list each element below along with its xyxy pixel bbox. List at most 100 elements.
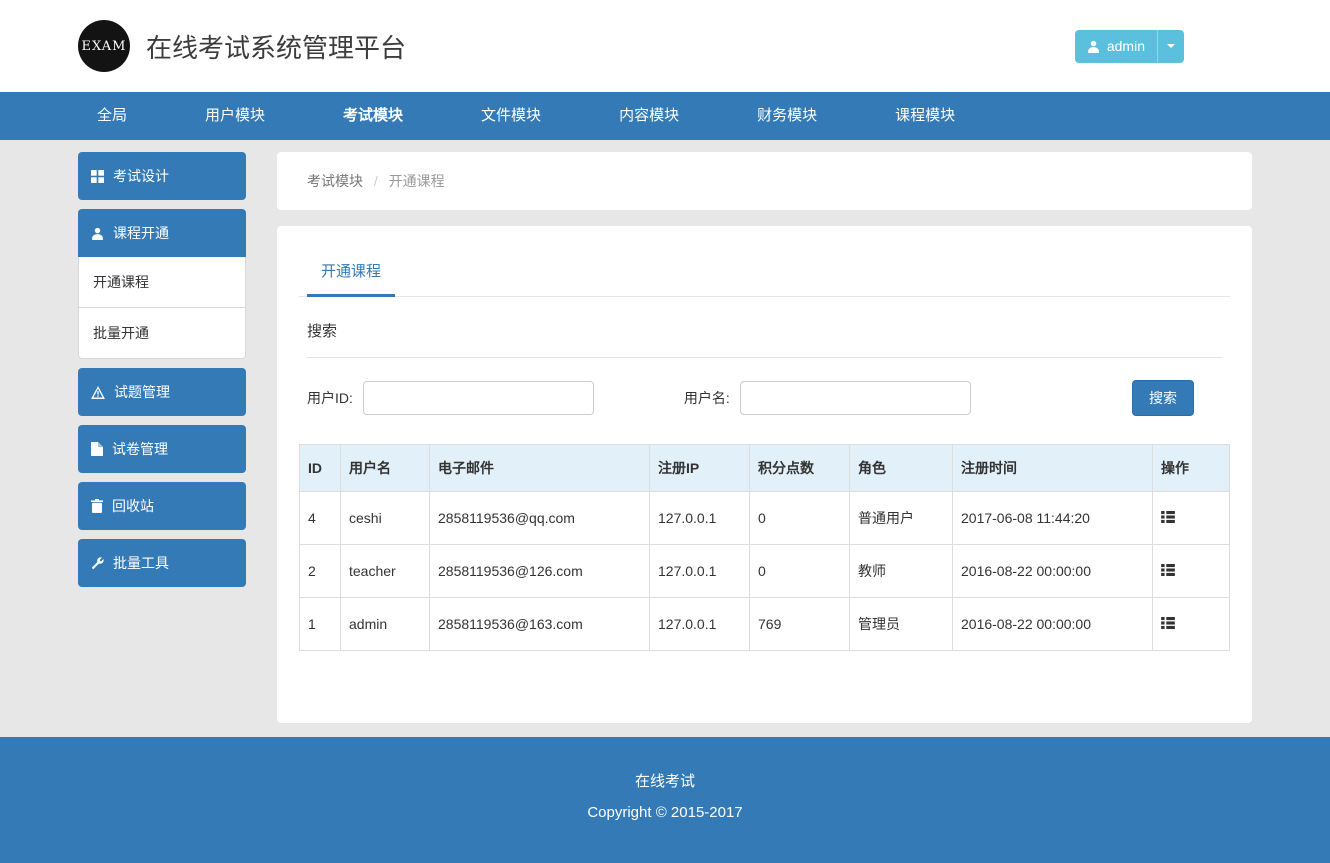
table-row: 4 ceshi 2858119536@qq.com 127.0.0.1 0 普通… (300, 492, 1230, 545)
user-name-input[interactable] (740, 381, 971, 415)
footer-site-name: 在线考试 (0, 770, 1330, 791)
nav-item-content-module[interactable]: 内容模块 (580, 92, 718, 140)
search-form: 用户ID: 用户名: 搜索 (307, 380, 1222, 416)
header: EXAM 在线考试系统管理平台 admin (0, 0, 1330, 92)
user-icon (1087, 40, 1100, 53)
cell-register-time: 2017-06-08 11:44:20 (953, 492, 1153, 545)
col-header-username: 用户名 (341, 445, 430, 492)
cell-points: 0 (750, 545, 850, 598)
sidebar-subitem-label: 批量开通 (93, 325, 149, 341)
sidebar-subitem-open-course[interactable]: 开通课程 (78, 257, 246, 308)
table-row: 1 admin 2858119536@163.com 127.0.0.1 769… (300, 598, 1230, 651)
sidebar-item-label: 考试设计 (113, 166, 169, 186)
cell-register-time: 2016-08-22 00:00:00 (953, 545, 1153, 598)
cell-email: 2858119536@126.com (430, 545, 650, 598)
cell-ip: 127.0.0.1 (650, 492, 750, 545)
cell-email: 2858119536@qq.com (430, 492, 650, 545)
breadcrumb-section[interactable]: 考试模块 (307, 173, 363, 189)
col-header-id: ID (300, 445, 341, 492)
tab-bar: 开通课程 (299, 250, 1230, 297)
search-section-heading: 搜索 (307, 320, 1222, 358)
cell-username: teacher (341, 545, 430, 598)
sidebar-item-paper-manage[interactable]: 试卷管理 (78, 425, 246, 473)
open-course-panel: 开通课程 搜索 用户ID: 用户名: 搜索 ID 用户名 (277, 226, 1252, 723)
footer: 在线考试 Copyright © 2015-2017 (0, 737, 1330, 863)
cell-role: 普通用户 (850, 492, 953, 545)
col-header-role: 角色 (850, 445, 953, 492)
row-actions-button[interactable] (1153, 545, 1230, 598)
nav-item-file-module[interactable]: 文件模块 (442, 92, 580, 140)
sidebar-item-label: 课程开通 (113, 223, 169, 243)
tab-open-course[interactable]: 开通课程 (307, 250, 395, 297)
sidebar-item-label: 试卷管理 (112, 439, 168, 459)
top-navbar: 全局 用户模块 考试模块 文件模块 内容模块 财务模块 课程模块 (0, 92, 1330, 140)
search-button[interactable]: 搜索 (1132, 380, 1194, 416)
table-row: 2 teacher 2858119536@126.com 127.0.0.1 0… (300, 545, 1230, 598)
sidebar-item-label: 回收站 (112, 496, 154, 516)
cell-id: 1 (300, 598, 341, 651)
chevron-down-icon (1167, 44, 1175, 48)
user-icon (91, 227, 104, 240)
row-actions-button[interactable] (1153, 598, 1230, 651)
table-header-row: ID 用户名 电子邮件 注册IP 积分点数 角色 注册时间 操作 (300, 445, 1230, 492)
cell-id: 2 (300, 545, 341, 598)
trash-icon (91, 499, 103, 513)
admin-button-group: admin (1075, 30, 1184, 63)
content-layout: 考试设计 课程开通 开通课程 批量开通 试题管理 (0, 140, 1330, 737)
sidebar-item-label: 试题管理 (114, 382, 170, 402)
breadcrumb-separator: / (374, 173, 378, 189)
th-list-icon (1161, 617, 1175, 629)
warning-icon (91, 386, 105, 399)
cell-points: 769 (750, 598, 850, 651)
breadcrumb-current: 开通课程 (389, 173, 445, 189)
cell-ip: 127.0.0.1 (650, 598, 750, 651)
breadcrumb: 考试模块 / 开通课程 (277, 152, 1252, 210)
sidebar-item-exam-design[interactable]: 考试设计 (78, 152, 246, 200)
wrench-icon (91, 557, 104, 570)
sidebar-item-label: 批量工具 (113, 553, 169, 573)
admin-dropdown-toggle[interactable] (1157, 30, 1184, 63)
user-id-label: 用户ID: (307, 388, 353, 408)
user-name-label: 用户名: (684, 388, 730, 408)
col-header-points: 积分点数 (750, 445, 850, 492)
cell-register-time: 2016-08-22 00:00:00 (953, 598, 1153, 651)
col-header-register-time: 注册时间 (953, 445, 1153, 492)
users-table: ID 用户名 电子邮件 注册IP 积分点数 角色 注册时间 操作 4 ceshi (299, 444, 1230, 651)
sidebar-subitem-label: 开通课程 (93, 274, 149, 290)
nav-item-global[interactable]: 全局 (58, 92, 166, 140)
sidebar-subitem-batch-open[interactable]: 批量开通 (78, 308, 246, 359)
col-header-email: 电子邮件 (430, 445, 650, 492)
th-list-icon (1161, 511, 1175, 523)
nav-item-course-module[interactable]: 课程模块 (856, 92, 994, 140)
sidebar-group-course-open: 课程开通 开通课程 批量开通 (78, 209, 246, 359)
sidebar-item-question-manage[interactable]: 试题管理 (78, 368, 246, 416)
nav-item-user-module[interactable]: 用户模块 (166, 92, 304, 140)
th-list-icon (1161, 564, 1175, 576)
cell-role: 管理员 (850, 598, 953, 651)
grid-icon (91, 170, 104, 183)
file-icon (91, 442, 103, 456)
cell-id: 4 (300, 492, 341, 545)
admin-button[interactable]: admin (1075, 30, 1157, 63)
row-actions-button[interactable] (1153, 492, 1230, 545)
nav-item-exam-module[interactable]: 考试模块 (304, 92, 442, 140)
cell-points: 0 (750, 492, 850, 545)
footer-copyright: Copyright © 2015-2017 (0, 804, 1330, 821)
cell-email: 2858119536@163.com (430, 598, 650, 651)
page-title: 在线考试系统管理平台 (146, 28, 406, 65)
logo-text: EXAM (82, 39, 127, 54)
site-logo: EXAM (78, 20, 130, 72)
sidebar: 考试设计 课程开通 开通课程 批量开通 试题管理 (78, 152, 246, 596)
admin-label: admin (1107, 38, 1145, 54)
sidebar-item-batch-tools[interactable]: 批量工具 (78, 539, 246, 587)
cell-username: ceshi (341, 492, 430, 545)
cell-ip: 127.0.0.1 (650, 545, 750, 598)
sidebar-item-recycle-bin[interactable]: 回收站 (78, 482, 246, 530)
cell-role: 教师 (850, 545, 953, 598)
cell-username: admin (341, 598, 430, 651)
user-id-input[interactable] (363, 381, 594, 415)
col-header-actions: 操作 (1153, 445, 1230, 492)
nav-item-finance-module[interactable]: 财务模块 (718, 92, 856, 140)
main-content: 考试模块 / 开通课程 开通课程 搜索 用户ID: 用户名: 搜索 (277, 152, 1252, 723)
sidebar-item-course-open[interactable]: 课程开通 (78, 209, 246, 257)
